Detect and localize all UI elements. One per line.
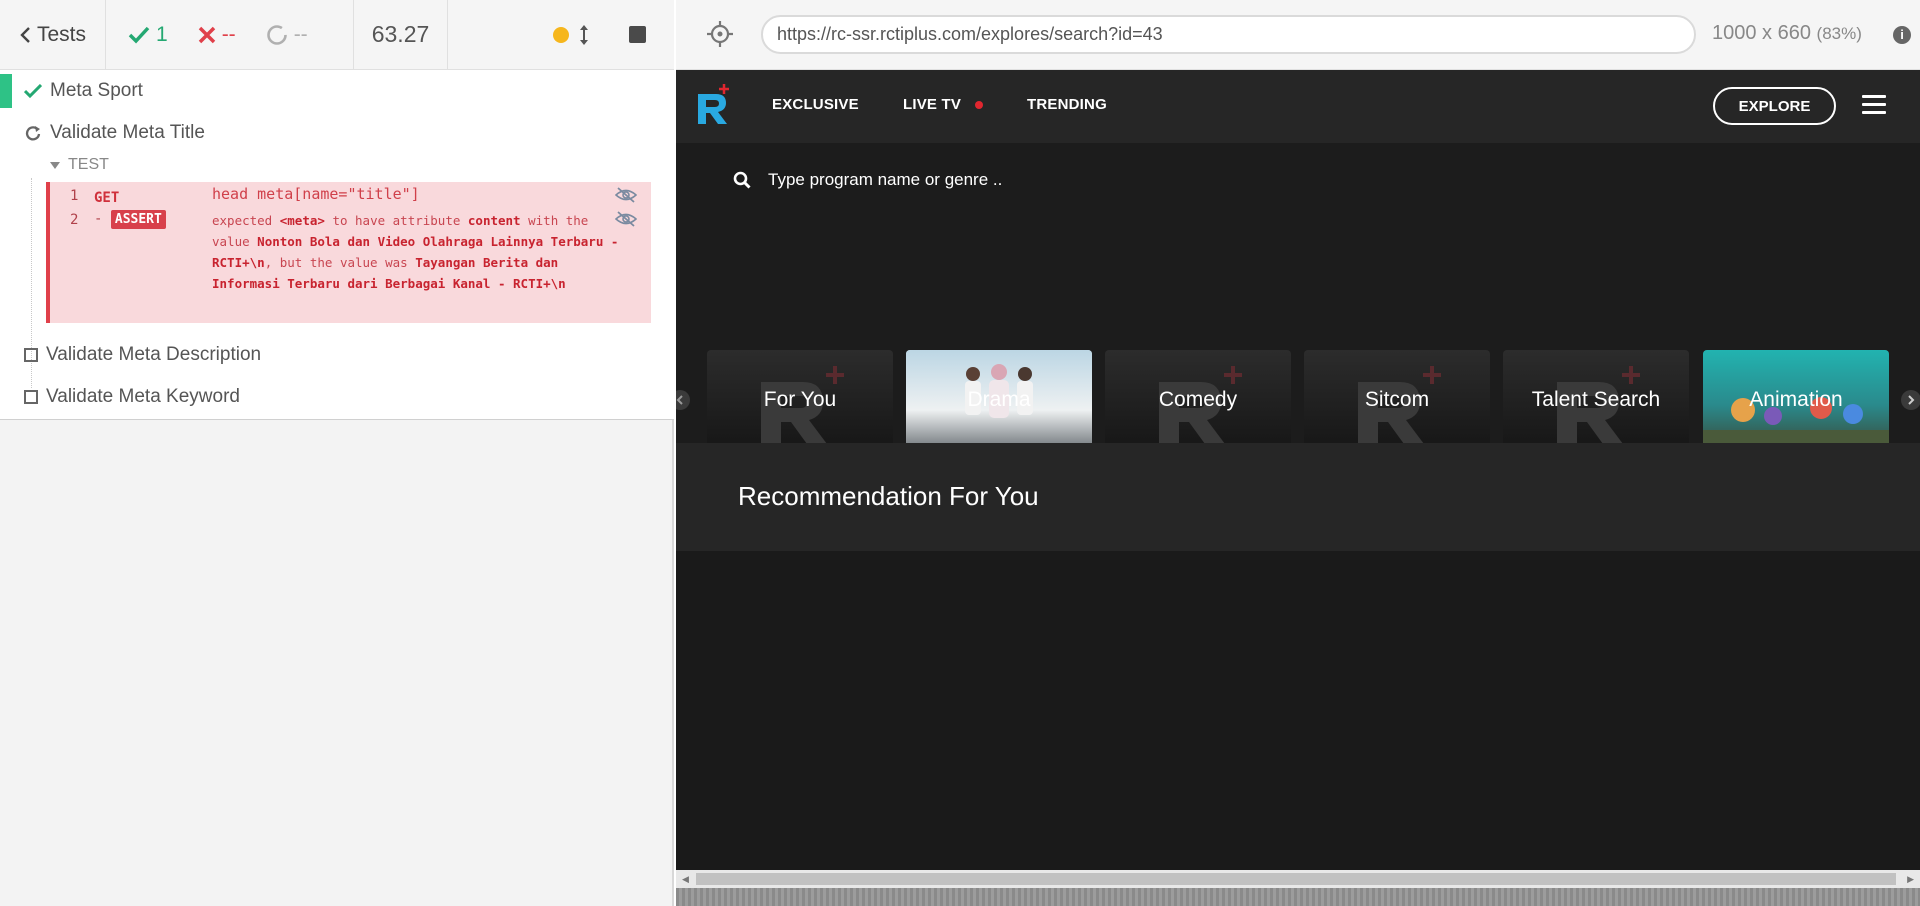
app-under-test-frame: EXCLUSIVE LIVE TV TRENDING EXPLORE For Y…	[676, 70, 1920, 906]
carousel-prev-button[interactable]	[676, 390, 690, 410]
nav-exclusive[interactable]: EXCLUSIVE	[772, 96, 859, 113]
live-dot-icon	[975, 101, 984, 110]
search-bar	[676, 143, 1920, 223]
test-row-validate-meta-description[interactable]: Validate Meta Description	[24, 338, 261, 372]
viewport-size: 1000 x 660 (83%)	[1712, 22, 1862, 45]
info-icon[interactable]: i	[1893, 26, 1911, 44]
status-dot-icon	[553, 26, 569, 43]
refresh-icon	[25, 126, 41, 141]
eye-slash-icon[interactable]	[615, 187, 637, 203]
back-to-tests-link[interactable]: Tests	[0, 0, 106, 69]
aut-header: https://rc-ssr.rctiplus.com/explores/sea…	[676, 0, 1920, 70]
msg-text: expected	[212, 213, 273, 228]
scrollbar-thumb[interactable]	[696, 873, 1896, 885]
command-prefix-text: -	[94, 211, 103, 227]
search-icon	[733, 171, 751, 189]
hamburger-menu-icon[interactable]	[1862, 95, 1886, 115]
test-title: Validate Meta Title	[50, 122, 205, 143]
tests-label: Tests	[36, 22, 86, 46]
genre-card-talent-search[interactable]: Talent Search	[1503, 350, 1689, 450]
msg-strong: content	[467, 213, 521, 228]
msg-text: to have attribute	[332, 213, 461, 228]
command-number: 1	[70, 188, 79, 204]
crosshair-icon[interactable]	[706, 20, 734, 48]
genre-card-for-you[interactable]: For You	[707, 350, 893, 450]
square-icon	[24, 390, 38, 404]
command-row[interactable]: 2 - ASSERT expected <meta> to have attri…	[50, 210, 651, 323]
genre-label: Sitcom	[1364, 388, 1430, 411]
bottom-edge-strip	[676, 888, 1920, 906]
suite-title: Meta Sport	[50, 80, 143, 101]
search-input[interactable]	[766, 165, 1266, 195]
nav-live-tv-label: LIVE TV	[903, 96, 962, 113]
suite-status-bar	[0, 74, 12, 108]
chevron-right-icon	[1908, 395, 1915, 405]
assert-badge: ASSERT	[110, 210, 166, 229]
passed-count: 1	[128, 23, 168, 47]
genre-card-drama[interactable]: Drama	[906, 350, 1092, 450]
viewport-scale: (83%)	[1816, 24, 1862, 43]
command-number: 2	[70, 212, 79, 228]
horizontal-scrollbar[interactable]: ◀ ▶	[676, 870, 1920, 888]
scroll-arrows-icon	[580, 24, 588, 45]
hook-label: TEST	[68, 156, 109, 173]
pending-count: --	[266, 23, 308, 47]
test-row-validate-meta-title[interactable]: Validate Meta Title	[24, 116, 205, 150]
eye-slash-icon[interactable]	[615, 211, 637, 227]
viewport-dimensions: 1000 x 660	[1712, 22, 1811, 44]
reporter-header: Tests 1 -- -- 63.27	[0, 0, 674, 70]
nav-trending[interactable]: TRENDING	[1027, 96, 1107, 113]
site-navbar: EXCLUSIVE LIVE TV TRENDING EXPLORE	[676, 70, 1920, 143]
genre-label: Talent Search	[1531, 388, 1661, 411]
genre-label: Comedy	[1158, 388, 1238, 411]
scroll-right-arrow-icon[interactable]: ▶	[1907, 874, 1914, 885]
url-field[interactable]: https://rc-ssr.rctiplus.com/explores/sea…	[761, 15, 1696, 54]
genre-label: For You	[763, 388, 837, 411]
circle-notch-icon	[266, 24, 287, 45]
runnable-list: Meta Sport Validate Meta Title TEST 1 GE…	[0, 70, 674, 420]
assert-message: expected <meta> to have attribute conten…	[212, 210, 622, 294]
duration: 63.27	[354, 0, 448, 69]
check-icon	[24, 83, 42, 98]
command-name: GET	[94, 190, 120, 206]
genre-card-comedy[interactable]: Comedy	[1105, 350, 1291, 450]
test-hook-header[interactable]: TEST	[50, 156, 109, 174]
test-title: Validate Meta Description	[46, 344, 262, 365]
test-stats: 1 -- --	[106, 0, 354, 69]
square-icon	[24, 348, 38, 362]
check-icon	[128, 26, 150, 44]
nav-live-tv[interactable]: LIVE TV	[903, 96, 984, 113]
auto-scroll-toggle[interactable]	[553, 24, 589, 46]
test-reporter-panel: Tests 1 -- -- 63.27 Meta Sport Validate …	[0, 0, 674, 906]
suite-title-row[interactable]: Meta Sport	[0, 74, 672, 108]
command-log: 1 GET head meta[name="title"] 2 - ASSERT…	[46, 182, 651, 323]
genre-card-animation[interactable]: Animation	[1703, 350, 1889, 450]
genre-card-sitcom[interactable]: Sitcom	[1304, 350, 1490, 450]
command-row[interactable]: 1 GET head meta[name="title"]	[50, 182, 651, 210]
explore-button[interactable]: EXPLORE	[1713, 87, 1836, 125]
genre-label: Drama	[967, 388, 1031, 411]
failed-value: --	[221, 22, 236, 46]
test-row-validate-meta-keyword[interactable]: Validate Meta Keyword	[24, 380, 240, 414]
genre-label: Animation	[1749, 388, 1843, 411]
caret-down-icon	[50, 161, 60, 169]
failed-count: --	[198, 23, 236, 47]
runner-controls	[448, 0, 674, 69]
stop-button[interactable]	[629, 26, 646, 43]
pending-value: --	[293, 22, 308, 46]
section-title: Recommendation For You	[738, 481, 1039, 511]
rctiplus-logo[interactable]	[694, 82, 734, 128]
chevron-left-icon	[676, 395, 683, 405]
command-prefix: - ASSERT	[94, 210, 166, 229]
msg-text: , but the value was	[264, 255, 408, 270]
test-title: Validate Meta Keyword	[46, 386, 240, 407]
carousel-next-button[interactable]	[1901, 390, 1920, 410]
scroll-left-arrow-icon[interactable]: ◀	[682, 874, 689, 885]
msg-strong: <meta>	[279, 213, 325, 228]
x-icon	[198, 26, 215, 43]
chevron-left-icon	[20, 26, 30, 43]
passed-value: 1	[156, 22, 168, 46]
recommendation-section: Recommendation For You	[676, 443, 1920, 551]
command-message: head meta[name="title"]	[212, 185, 420, 203]
